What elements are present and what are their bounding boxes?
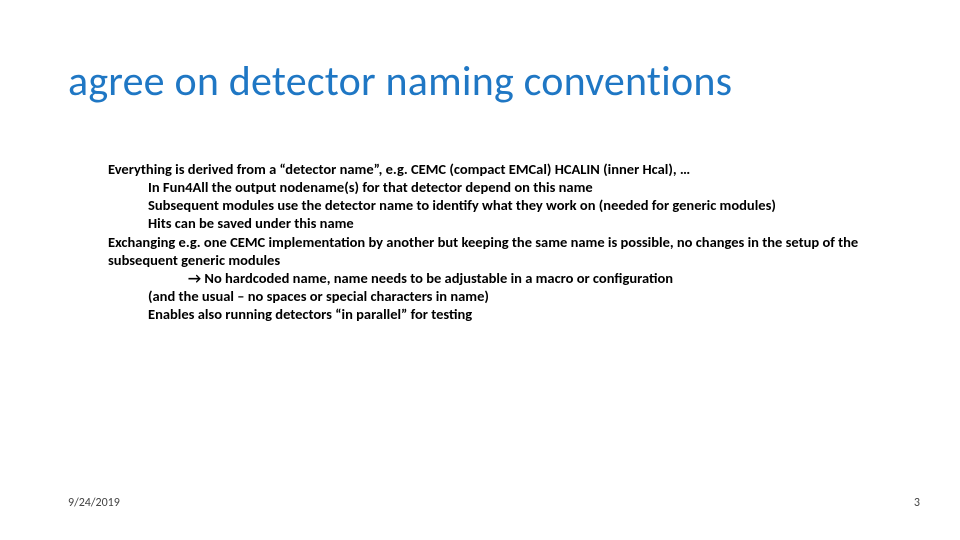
slide-title: agree on detector naming conventions <box>68 56 732 107</box>
slide: agree on detector naming conventions Eve… <box>0 0 960 540</box>
body-line: Exchanging e.g. one CEMC implementation … <box>108 233 868 269</box>
slide-body: Everything is derived from a “detector n… <box>108 160 868 323</box>
body-line: → No hardcoded name, name needs to be ad… <box>188 269 868 287</box>
body-line: Enables also running detectors “in paral… <box>148 305 868 323</box>
body-line: Hits can be saved under this name <box>148 214 868 232</box>
body-line: Subsequent modules use the detector name… <box>148 196 868 214</box>
page-number: 3 <box>914 496 920 510</box>
body-line: Everything is derived from a “detector n… <box>108 160 868 178</box>
body-line: (and the usual – no spaces or special ch… <box>148 287 868 305</box>
body-line: In Fun4All the output nodename(s) for th… <box>148 178 868 196</box>
footer-date: 9/24/2019 <box>68 496 120 510</box>
